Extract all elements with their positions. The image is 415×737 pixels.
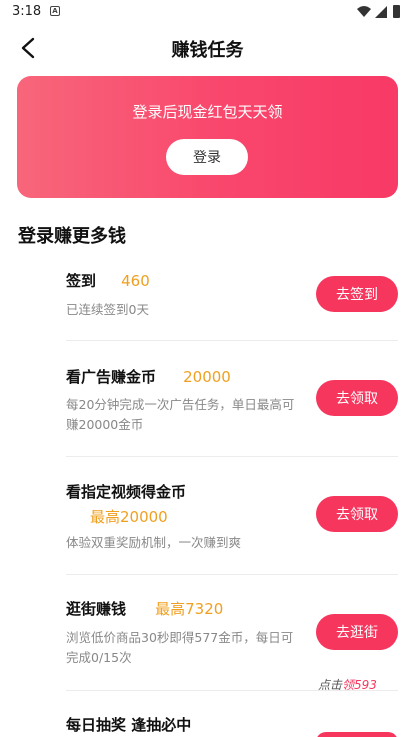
task-name: 签到 [66, 272, 97, 290]
login-banner: 登录后现金红包天天领 登录 [17, 76, 398, 198]
banner-text: 登录后现金红包天天领 [132, 103, 283, 121]
page-title: 赚钱任务 [171, 40, 244, 61]
task-name: 每日抽奖 逢抽必中 [66, 716, 192, 734]
wifi-icon [357, 6, 371, 17]
divider [66, 574, 398, 575]
task-reward: 最高20000 [90, 508, 168, 526]
task-desc: 已连续签到0天 [66, 302, 149, 317]
divider [66, 340, 398, 341]
signal-icon [375, 6, 387, 18]
claim-ad-button[interactable]: 去领取 [316, 380, 398, 416]
task-item: 每日抽奖 逢抽必中 [66, 714, 398, 737]
status-bar: 3:18 A [0, 0, 415, 24]
task-name: 看指定视频得金币 [66, 483, 187, 501]
task-item: 逛街赚钱 最高7320 浏览低价商品30秒即得577金币，每日可完成0/15次 … [66, 598, 398, 678]
task-desc: 体验双重奖励机制，一次赚到爽 [66, 535, 242, 550]
task-item: 看指定视频得金币 最高20000 体验双重奖励机制，一次赚到爽 去领取 [66, 481, 398, 561]
nav-bar: 赚钱任务 [0, 24, 415, 72]
task-reward: 20000 [183, 368, 231, 386]
task-item: 签到 460 已连续签到0天 去签到 [66, 270, 398, 340]
claim-video-button[interactable]: 去领取 [316, 496, 398, 532]
float-tip-prefix: 点击 [318, 678, 343, 692]
task-reward: 最高7320 [155, 600, 224, 618]
sign-in-button[interactable]: 去签到 [316, 276, 398, 312]
task-name: 逛街赚钱 [66, 600, 127, 618]
status-time: 3:18 [12, 4, 42, 19]
task-desc: 每20分钟完成一次广告任务，单日最高可赚20000金币 [66, 397, 295, 432]
task-desc: 浏览低价商品30秒即得577金币，每日可完成0/15次 [66, 630, 294, 665]
login-button[interactable]: 登录 [166, 139, 248, 175]
task-reward: 460 [121, 272, 150, 290]
status-icons [357, 5, 400, 18]
task-item: 看广告赚金币 20000 每20分钟完成一次广告任务，单日最高可赚20000金币… [66, 366, 398, 446]
shop-button[interactable]: 去逛街 [316, 614, 398, 650]
float-tip[interactable]: 点击领593 [318, 676, 377, 693]
task-name: 看广告赚金币 [66, 368, 157, 386]
notification-icon: A [50, 6, 60, 16]
float-tip-highlight: 领593 [342, 678, 377, 692]
section-title: 登录赚更多钱 [18, 226, 126, 247]
battery-icon [393, 5, 400, 18]
lottery-button[interactable] [316, 732, 398, 737]
divider [66, 456, 398, 457]
